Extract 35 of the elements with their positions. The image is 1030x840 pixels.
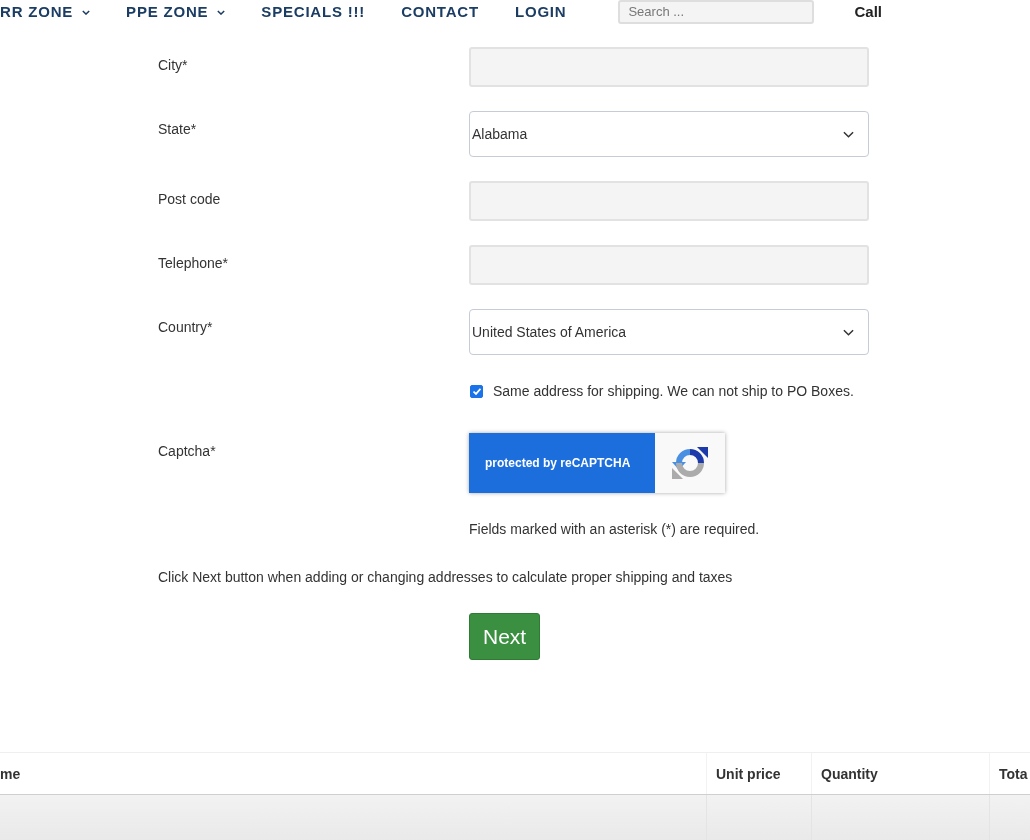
required-note: Fields marked with an asterisk (*) are required. (469, 520, 761, 538)
nav-link[interactable]: PPE ZONE (126, 3, 226, 21)
checkmark-icon (472, 387, 481, 395)
chevron-down-icon (843, 130, 854, 138)
nav-link[interactable]: RR ZONE (0, 3, 91, 21)
next-hint: Click Next button when adding or changing addresses to calculate proper shipping and taxes (158, 568, 734, 586)
nav-link[interactable]: SPECIALS !!! (261, 3, 366, 21)
checkbox-label: Same address for shipping. We can not ship to PO Boxes. (493, 382, 854, 400)
column-header: Unit price (716, 765, 781, 782)
field-label: Captcha* (158, 442, 217, 461)
column-header: Tota (999, 765, 1028, 782)
field-label: State* (158, 120, 198, 139)
checkbox[interactable] (470, 384, 483, 398)
dropdown[interactable]: Alabama (469, 111, 869, 157)
captcha-label: protected by reCAPTCHA (469, 433, 655, 493)
field-label: Country* (158, 318, 214, 337)
column-header: Quantity (821, 765, 878, 782)
caret-icon (217, 9, 226, 15)
nav-link[interactable]: CONTACT (401, 3, 479, 21)
nav-link[interactable]: LOGIN (514, 3, 567, 21)
input-field[interactable] (469, 245, 869, 285)
captcha-badge[interactable]: protected by reCAPTCHA (469, 433, 725, 493)
circular-arrows-icon (671, 446, 709, 480)
search-field[interactable]: Search ... (618, 0, 815, 24)
field-label: Telephone* (158, 254, 230, 273)
caret-icon (82, 9, 91, 15)
dropdown[interactable]: United States of America (469, 309, 869, 355)
field-label: Post code (158, 190, 222, 209)
input-field[interactable] (469, 181, 869, 221)
chevron-down-icon (843, 328, 854, 336)
next-button[interactable]: Next (469, 613, 541, 660)
input-field[interactable] (469, 47, 869, 87)
column-header: me (0, 765, 21, 782)
field-label: City* (158, 56, 189, 75)
call-label: Call (854, 3, 882, 21)
